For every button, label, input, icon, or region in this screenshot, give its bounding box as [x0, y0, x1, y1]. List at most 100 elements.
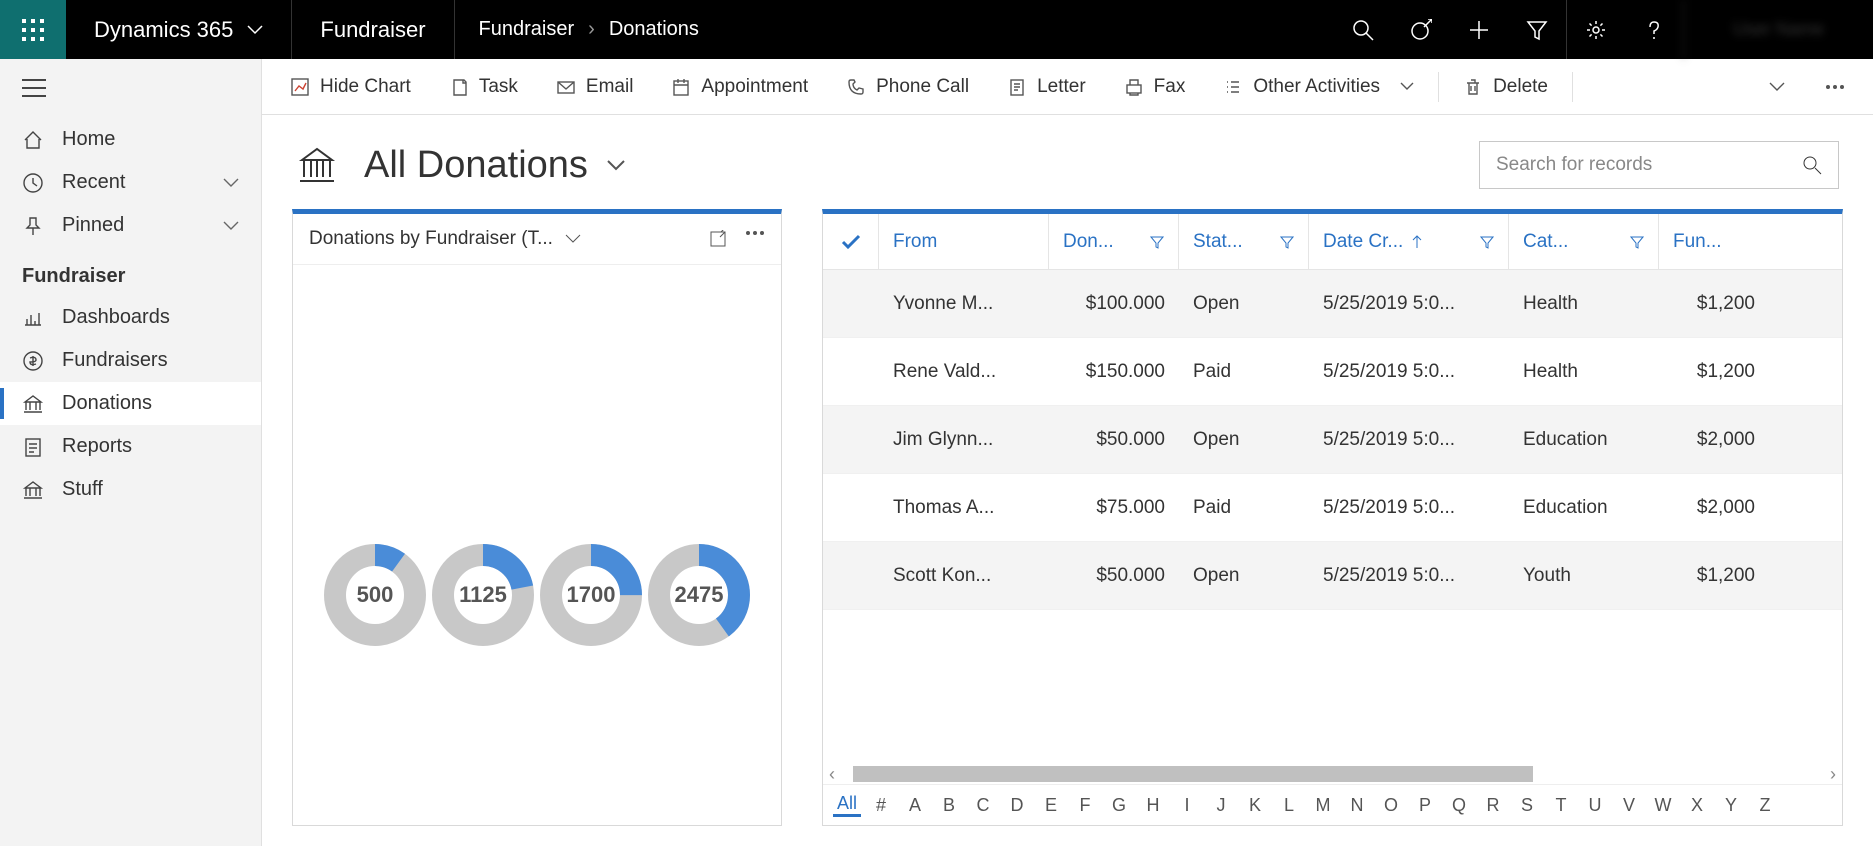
table-row[interactable]: Scott Kon... $50.000 Open 5/25/2019 5:0.…	[823, 542, 1842, 610]
sidebar-item-label: Pinned	[62, 214, 124, 237]
task-flow-button[interactable]	[1392, 0, 1450, 59]
product-switcher[interactable]: Dynamics 365	[66, 0, 292, 59]
alpha-filter-v[interactable]: V	[1615, 795, 1643, 816]
table-row[interactable]: Yvonne M... $100.000 Open 5/25/2019 5:0.…	[823, 270, 1842, 338]
quick-create-button[interactable]	[1450, 0, 1508, 59]
alpha-filter-r[interactable]: R	[1479, 795, 1507, 816]
search-icon	[1802, 155, 1822, 175]
col-category[interactable]: Cat...	[1509, 214, 1659, 269]
cmd-overflow-more[interactable]	[1807, 76, 1863, 98]
chevron-down-icon[interactable]	[565, 234, 581, 244]
filter-icon[interactable]	[1630, 235, 1644, 249]
donut-value: 1700	[538, 542, 644, 648]
alpha-filter-m[interactable]: M	[1309, 795, 1337, 816]
app-launcher-button[interactable]	[0, 0, 66, 59]
filter-icon[interactable]	[1280, 235, 1294, 249]
table-row[interactable]: Rene Vald... $150.000 Paid 5/25/2019 5:0…	[823, 338, 1842, 406]
alpha-filter-d[interactable]: D	[1003, 795, 1031, 816]
global-search-button[interactable]	[1334, 0, 1392, 59]
command-bar: Hide Chart Task Email Appointment Phone …	[262, 59, 1873, 115]
cmd-phone[interactable]: Phone Call	[828, 68, 987, 106]
alpha-filter-z[interactable]: Z	[1751, 795, 1779, 816]
help-button[interactable]	[1625, 0, 1683, 59]
sidebar-item-dashboards[interactable]: Dashboards	[0, 296, 261, 339]
cmd-hide-chart[interactable]: Hide Chart	[272, 68, 429, 106]
scroll-left-arrow[interactable]: ‹	[829, 764, 835, 785]
col-donation[interactable]: Don...	[1049, 214, 1179, 269]
product-name: Dynamics 365	[94, 17, 233, 43]
sidebar-item-home[interactable]: Home	[0, 118, 261, 161]
alpha-filter-k[interactable]: K	[1241, 795, 1269, 816]
alpha-filter-all[interactable]: All	[833, 793, 861, 817]
alpha-filter-a[interactable]: A	[901, 795, 929, 816]
select-all-checkbox[interactable]	[823, 214, 879, 269]
sidebar-item-pinned[interactable]: Pinned	[0, 204, 261, 247]
funnel-icon	[1526, 19, 1548, 41]
alpha-filter-g[interactable]: G	[1105, 795, 1133, 816]
alpha-filter-p[interactable]: P	[1411, 795, 1439, 816]
nav-collapse-button[interactable]	[0, 63, 261, 118]
alpha-filter-t[interactable]: T	[1547, 795, 1575, 816]
table-row[interactable]: Thomas A... $75.000 Paid 5/25/2019 5:0..…	[823, 474, 1842, 542]
sidebar-item-fundraisers[interactable]: Fundraisers	[0, 339, 261, 382]
scrollbar-thumb[interactable]	[853, 766, 1533, 782]
settings-button[interactable]	[1567, 0, 1625, 59]
alpha-filter-#[interactable]: #	[867, 795, 895, 816]
cell-status: Open	[1179, 429, 1309, 451]
alpha-filter-q[interactable]: Q	[1445, 795, 1473, 816]
alpha-filter-j[interactable]: J	[1207, 795, 1235, 816]
search-input[interactable]: Search for records	[1479, 141, 1839, 189]
cmd-email[interactable]: Email	[538, 68, 652, 106]
breadcrumb-root[interactable]: Fundraiser	[479, 18, 575, 41]
cmd-appointment[interactable]: Appointment	[653, 68, 826, 106]
cmd-other-activities[interactable]: Other Activities	[1205, 68, 1432, 106]
horizontal-scrollbar[interactable]: ‹ ›	[823, 764, 1842, 784]
alpha-filter-n[interactable]: N	[1343, 795, 1371, 816]
advanced-find-button[interactable]	[1508, 0, 1566, 59]
sidebar-item-recent[interactable]: Recent	[0, 161, 261, 204]
cmd-letter[interactable]: Letter	[989, 68, 1104, 106]
user-menu[interactable]: User Name	[1683, 0, 1873, 59]
cmd-delete[interactable]: Delete	[1445, 68, 1566, 106]
col-status[interactable]: Stat...	[1179, 214, 1309, 269]
help-icon	[1643, 19, 1665, 41]
donut-chart-row: 500 1125 1700 2475	[293, 265, 781, 825]
alpha-filter-x[interactable]: X	[1683, 795, 1711, 816]
plus-icon	[1468, 19, 1490, 41]
chevron-down-icon	[247, 25, 263, 35]
alpha-filter-e[interactable]: E	[1037, 795, 1065, 816]
search-placeholder: Search for records	[1496, 154, 1652, 176]
col-date-created[interactable]: Date Cr...	[1309, 214, 1509, 269]
alpha-filter-l[interactable]: L	[1275, 795, 1303, 816]
cell-donation: $100.000	[1049, 293, 1179, 315]
cmd-fax[interactable]: Fax	[1106, 68, 1204, 106]
page-title[interactable]: All Donations	[364, 144, 626, 187]
scroll-right-arrow[interactable]: ›	[1830, 764, 1836, 785]
alpha-filter-o[interactable]: O	[1377, 795, 1405, 816]
col-from[interactable]: From	[879, 214, 1049, 269]
table-row[interactable]: Jim Glynn... $50.000 Open 5/25/2019 5:0.…	[823, 406, 1842, 474]
filter-icon[interactable]	[1150, 235, 1164, 249]
col-fundraiser[interactable]: Fun...	[1659, 214, 1769, 269]
alpha-filter-i[interactable]: I	[1173, 795, 1201, 816]
alpha-filter-y[interactable]: Y	[1717, 795, 1745, 816]
sidebar-item-reports[interactable]: Reports	[0, 425, 261, 468]
cmd-overflow-chevron[interactable]	[1751, 74, 1803, 100]
alpha-filter-b[interactable]: B	[935, 795, 963, 816]
expand-icon[interactable]	[709, 230, 727, 248]
chevron-down-icon	[223, 171, 239, 194]
cell-donation: $50.000	[1049, 429, 1179, 451]
cmd-task[interactable]: Task	[431, 68, 536, 106]
cell-category: Health	[1509, 293, 1659, 315]
filter-icon[interactable]	[1480, 235, 1494, 249]
donut-gauge: 1700	[538, 542, 644, 648]
alpha-filter-w[interactable]: W	[1649, 795, 1677, 816]
sidebar-item-stuff[interactable]: Stuff	[0, 468, 261, 511]
more-icon[interactable]	[745, 230, 765, 236]
sidebar-item-donations[interactable]: Donations	[0, 382, 261, 425]
alpha-filter-c[interactable]: C	[969, 795, 997, 816]
alpha-filter-s[interactable]: S	[1513, 795, 1541, 816]
alpha-filter-u[interactable]: U	[1581, 795, 1609, 816]
alpha-filter-f[interactable]: F	[1071, 795, 1099, 816]
alpha-filter-h[interactable]: H	[1139, 795, 1167, 816]
